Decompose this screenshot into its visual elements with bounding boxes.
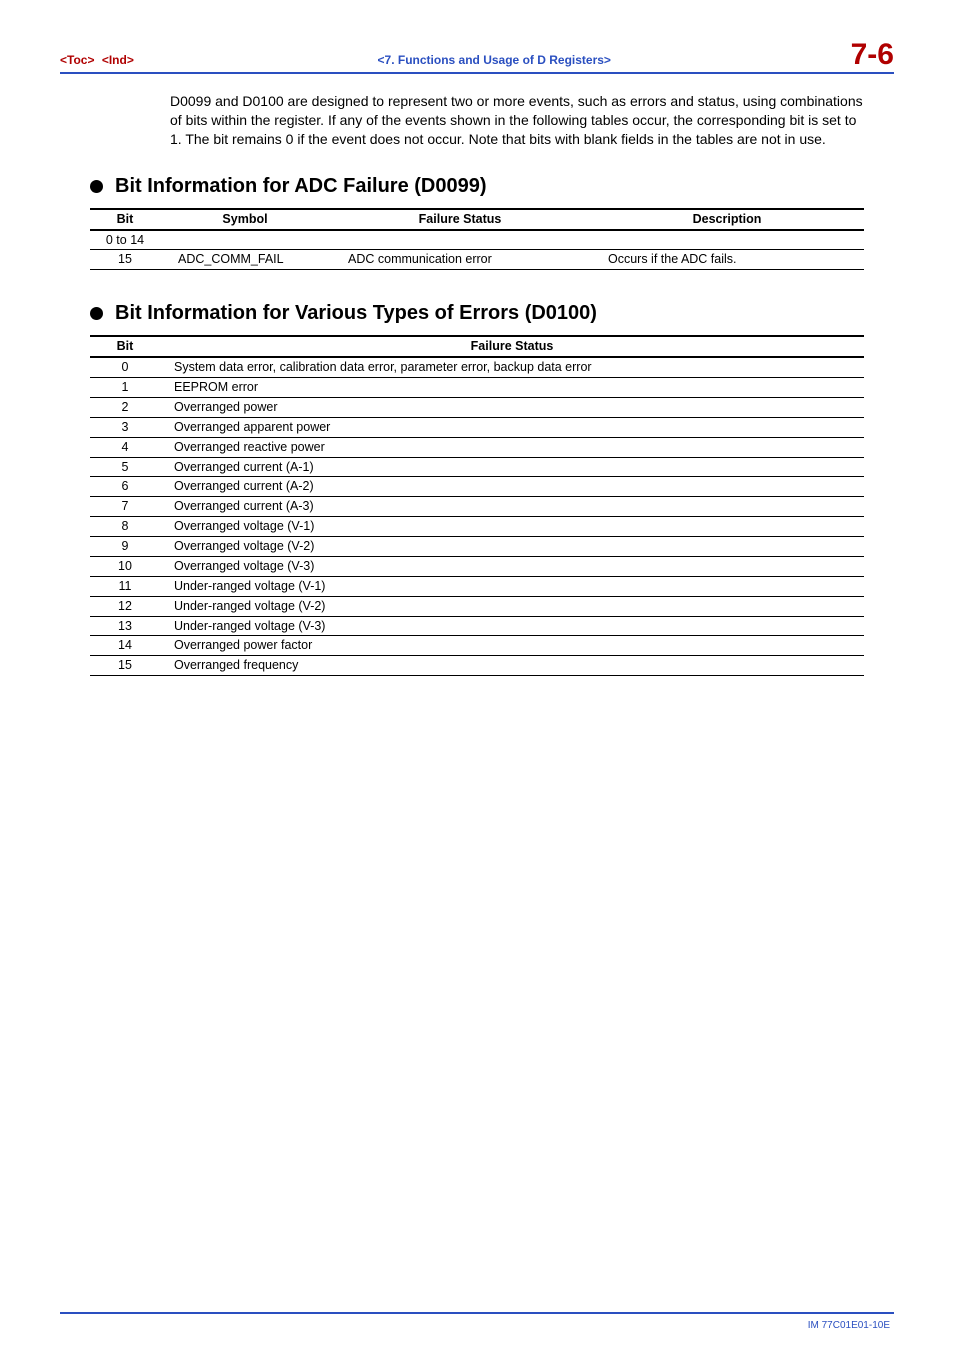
header-left: <Toc> <Ind> (60, 53, 138, 67)
th-failure: Failure Status (330, 209, 590, 230)
table-row: 15 ADC_COMM_FAIL ADC communication error… (90, 250, 864, 270)
cell-failure: Overranged current (A-3) (160, 497, 864, 517)
cell-symbol: ADC_COMM_FAIL (160, 250, 330, 270)
cell-bit: 15 (90, 656, 160, 676)
cell-bit: 12 (90, 596, 160, 616)
cell-failure: Overranged voltage (V-3) (160, 556, 864, 576)
table-row: 12Under-ranged voltage (V-2) (90, 596, 864, 616)
toc-link[interactable]: <Toc> (60, 53, 94, 67)
section-heading-d0100: Bit Information for Various Types of Err… (90, 302, 894, 325)
table-header-row: Bit Symbol Failure Status Description (90, 209, 864, 230)
table-row: 0System data error, calibration data err… (90, 357, 864, 377)
cell-failure: Overranged apparent power (160, 417, 864, 437)
bullet-icon (90, 307, 103, 320)
cell-bit: 5 (90, 457, 160, 477)
cell-failure: Overranged voltage (V-2) (160, 537, 864, 557)
table-row: 6Overranged current (A-2) (90, 477, 864, 497)
intro-paragraph: D0099 and D0100 are designed to represen… (170, 92, 864, 149)
th-bit: Bit (90, 209, 160, 230)
cell-failure: ADC communication error (330, 250, 590, 270)
section-heading-d0099: Bit Information for ADC Failure (D0099) (90, 175, 894, 198)
table-row: 2Overranged power (90, 397, 864, 417)
cell-bit: 7 (90, 497, 160, 517)
cell-failure: Overranged power (160, 397, 864, 417)
cell-bit: 14 (90, 636, 160, 656)
cell-failure: Overranged current (A-1) (160, 457, 864, 477)
cell-failure: EEPROM error (160, 378, 864, 398)
page-footer: IM 77C01E01-10E (60, 1312, 894, 1331)
table-row: 15Overranged frequency (90, 656, 864, 676)
th-bit: Bit (90, 336, 160, 357)
cell-bit: 0 to 14 (90, 230, 160, 250)
cell-desc: Occurs if the ADC fails. (590, 250, 864, 270)
page-number: 7-6 (851, 40, 894, 70)
header-chapter: <7. Functions and Usage of D Registers> (378, 53, 611, 67)
cell-failure: System data error, calibration data erro… (160, 357, 864, 377)
cell-bit: 11 (90, 576, 160, 596)
cell-symbol (160, 230, 330, 250)
table-row: 0 to 14 (90, 230, 864, 250)
th-symbol: Symbol (160, 209, 330, 230)
bullet-icon (90, 180, 103, 193)
cell-failure: Overranged frequency (160, 656, 864, 676)
section-title: Bit Information for ADC Failure (D0099) (115, 175, 487, 198)
cell-failure: Overranged reactive power (160, 437, 864, 457)
ind-link[interactable]: <Ind> (102, 53, 134, 67)
cell-bit: 4 (90, 437, 160, 457)
cell-bit: 3 (90, 417, 160, 437)
cell-bit: 9 (90, 537, 160, 557)
table-row: 7Overranged current (A-3) (90, 497, 864, 517)
cell-failure: Overranged power factor (160, 636, 864, 656)
table-row: 13Under-ranged voltage (V-3) (90, 616, 864, 636)
table-row: 1EEPROM error (90, 378, 864, 398)
cell-failure (330, 230, 590, 250)
table-d0100: Bit Failure Status 0System data error, c… (90, 335, 864, 676)
cell-bit: 13 (90, 616, 160, 636)
cell-bit: 2 (90, 397, 160, 417)
cell-bit: 8 (90, 517, 160, 537)
cell-bit: 6 (90, 477, 160, 497)
cell-bit: 10 (90, 556, 160, 576)
cell-bit: 0 (90, 357, 160, 377)
table-row: 11Under-ranged voltage (V-1) (90, 576, 864, 596)
cell-failure: Overranged voltage (V-1) (160, 517, 864, 537)
table-row: 14Overranged power factor (90, 636, 864, 656)
table-row: 5Overranged current (A-1) (90, 457, 864, 477)
section-title: Bit Information for Various Types of Err… (115, 302, 597, 325)
table-header-row: Bit Failure Status (90, 336, 864, 357)
table-row: 3Overranged apparent power (90, 417, 864, 437)
table-row: 8Overranged voltage (V-1) (90, 517, 864, 537)
cell-failure: Under-ranged voltage (V-1) (160, 576, 864, 596)
cell-bit: 1 (90, 378, 160, 398)
page-header: <Toc> <Ind> <7. Functions and Usage of D… (60, 40, 894, 74)
th-failure: Failure Status (160, 336, 864, 357)
cell-desc (590, 230, 864, 250)
table-row: 9Overranged voltage (V-2) (90, 537, 864, 557)
th-desc: Description (590, 209, 864, 230)
table-row: 4Overranged reactive power (90, 437, 864, 457)
table-d0099: Bit Symbol Failure Status Description 0 … (90, 208, 864, 271)
cell-failure: Under-ranged voltage (V-2) (160, 596, 864, 616)
cell-failure: Overranged current (A-2) (160, 477, 864, 497)
cell-bit: 15 (90, 250, 160, 270)
cell-failure: Under-ranged voltage (V-3) (160, 616, 864, 636)
table-row: 10Overranged voltage (V-3) (90, 556, 864, 576)
